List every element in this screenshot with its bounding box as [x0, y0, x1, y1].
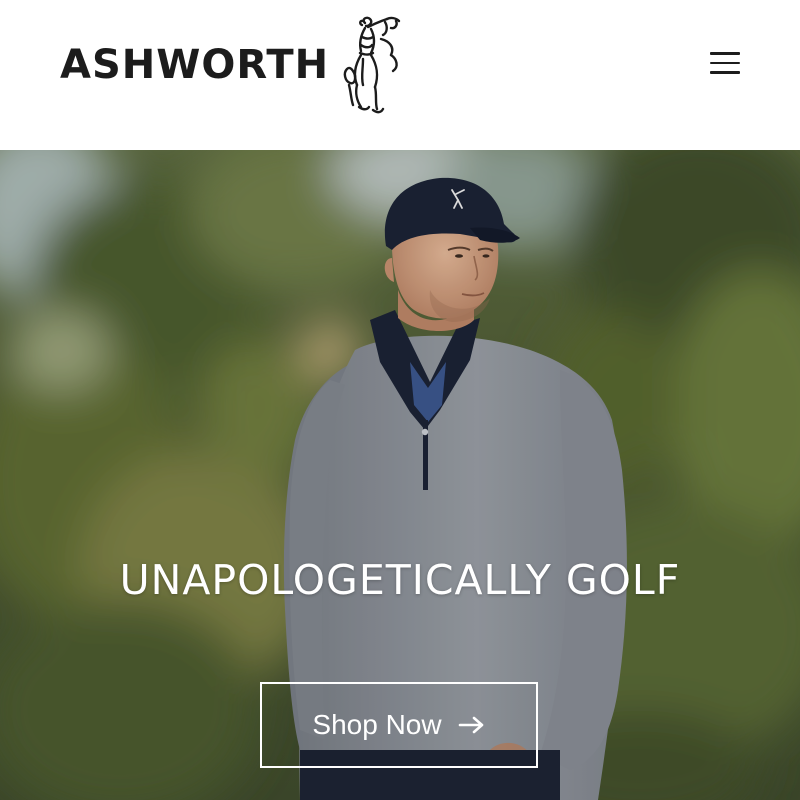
brand-logo-link[interactable]: ASHWORTH	[60, 10, 411, 120]
brand-name: ASHWORTH	[60, 42, 330, 88]
hero-banner: UNAPOLOGETICALLY GOLF Shop Now	[0, 150, 800, 800]
shop-now-button[interactable]: Shop Now	[260, 682, 538, 768]
hamburger-menu-icon[interactable]	[704, 44, 746, 82]
menu-bar	[710, 61, 740, 65]
arrow-right-icon	[458, 716, 483, 734]
menu-bar	[710, 71, 740, 74]
menu-bar	[710, 52, 740, 55]
site-header: ASHWORTH	[0, 0, 800, 150]
hero-headline: UNAPOLOGETICALLY GOLF	[119, 556, 681, 604]
shop-now-label: Shop Now	[312, 709, 442, 740]
golfer-icon	[343, 16, 401, 114]
page: ASHWORTH UNAPOLOGETICALLY GOLF Shop Now	[0, 0, 800, 800]
